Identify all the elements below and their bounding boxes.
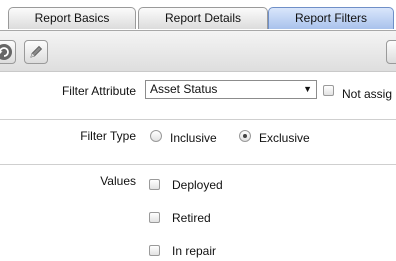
exclusive-label: Exclusive — [259, 131, 310, 145]
not-assigned-checkbox[interactable] — [323, 85, 334, 96]
value-checkbox-in-repair[interactable] — [149, 245, 160, 256]
inclusive-radio[interactable] — [150, 130, 162, 142]
pencil-icon — [30, 45, 43, 58]
inclusive-label: Inclusive — [170, 131, 217, 145]
back-button[interactable] — [0, 40, 16, 64]
toolbar-right-button[interactable] — [386, 40, 396, 64]
value-label-in-repair: In repair — [172, 244, 217, 258]
not-assigned-label: Not assig — [342, 87, 393, 101]
toolbar — [0, 30, 396, 72]
tab-bar: Report Basics Report Details Report Filt… — [0, 0, 396, 30]
tab-report-filters[interactable]: Report Filters — [268, 7, 394, 29]
filter-attribute-select[interactable]: Asset Status ▼ — [145, 80, 317, 99]
dropdown-arrow-icon: ▼ — [303, 84, 312, 94]
value-checkbox-deployed[interactable] — [149, 179, 160, 190]
tab-report-basics[interactable]: Report Basics — [8, 7, 136, 29]
values-label: Values — [100, 174, 136, 188]
value-checkbox-retired[interactable] — [149, 212, 160, 223]
exclusive-radio[interactable] — [239, 130, 251, 142]
value-label-deployed: Deployed — [172, 178, 223, 192]
edit-button[interactable] — [24, 40, 48, 64]
back-arrow-icon — [0, 44, 12, 60]
filter-type-label: Filter Type — [80, 129, 136, 143]
filter-attribute-value: Asset Status — [150, 82, 218, 96]
tab-report-details[interactable]: Report Details — [138, 7, 268, 29]
value-label-retired: Retired — [172, 211, 211, 225]
filter-attribute-label: Filter Attribute — [61, 84, 136, 98]
